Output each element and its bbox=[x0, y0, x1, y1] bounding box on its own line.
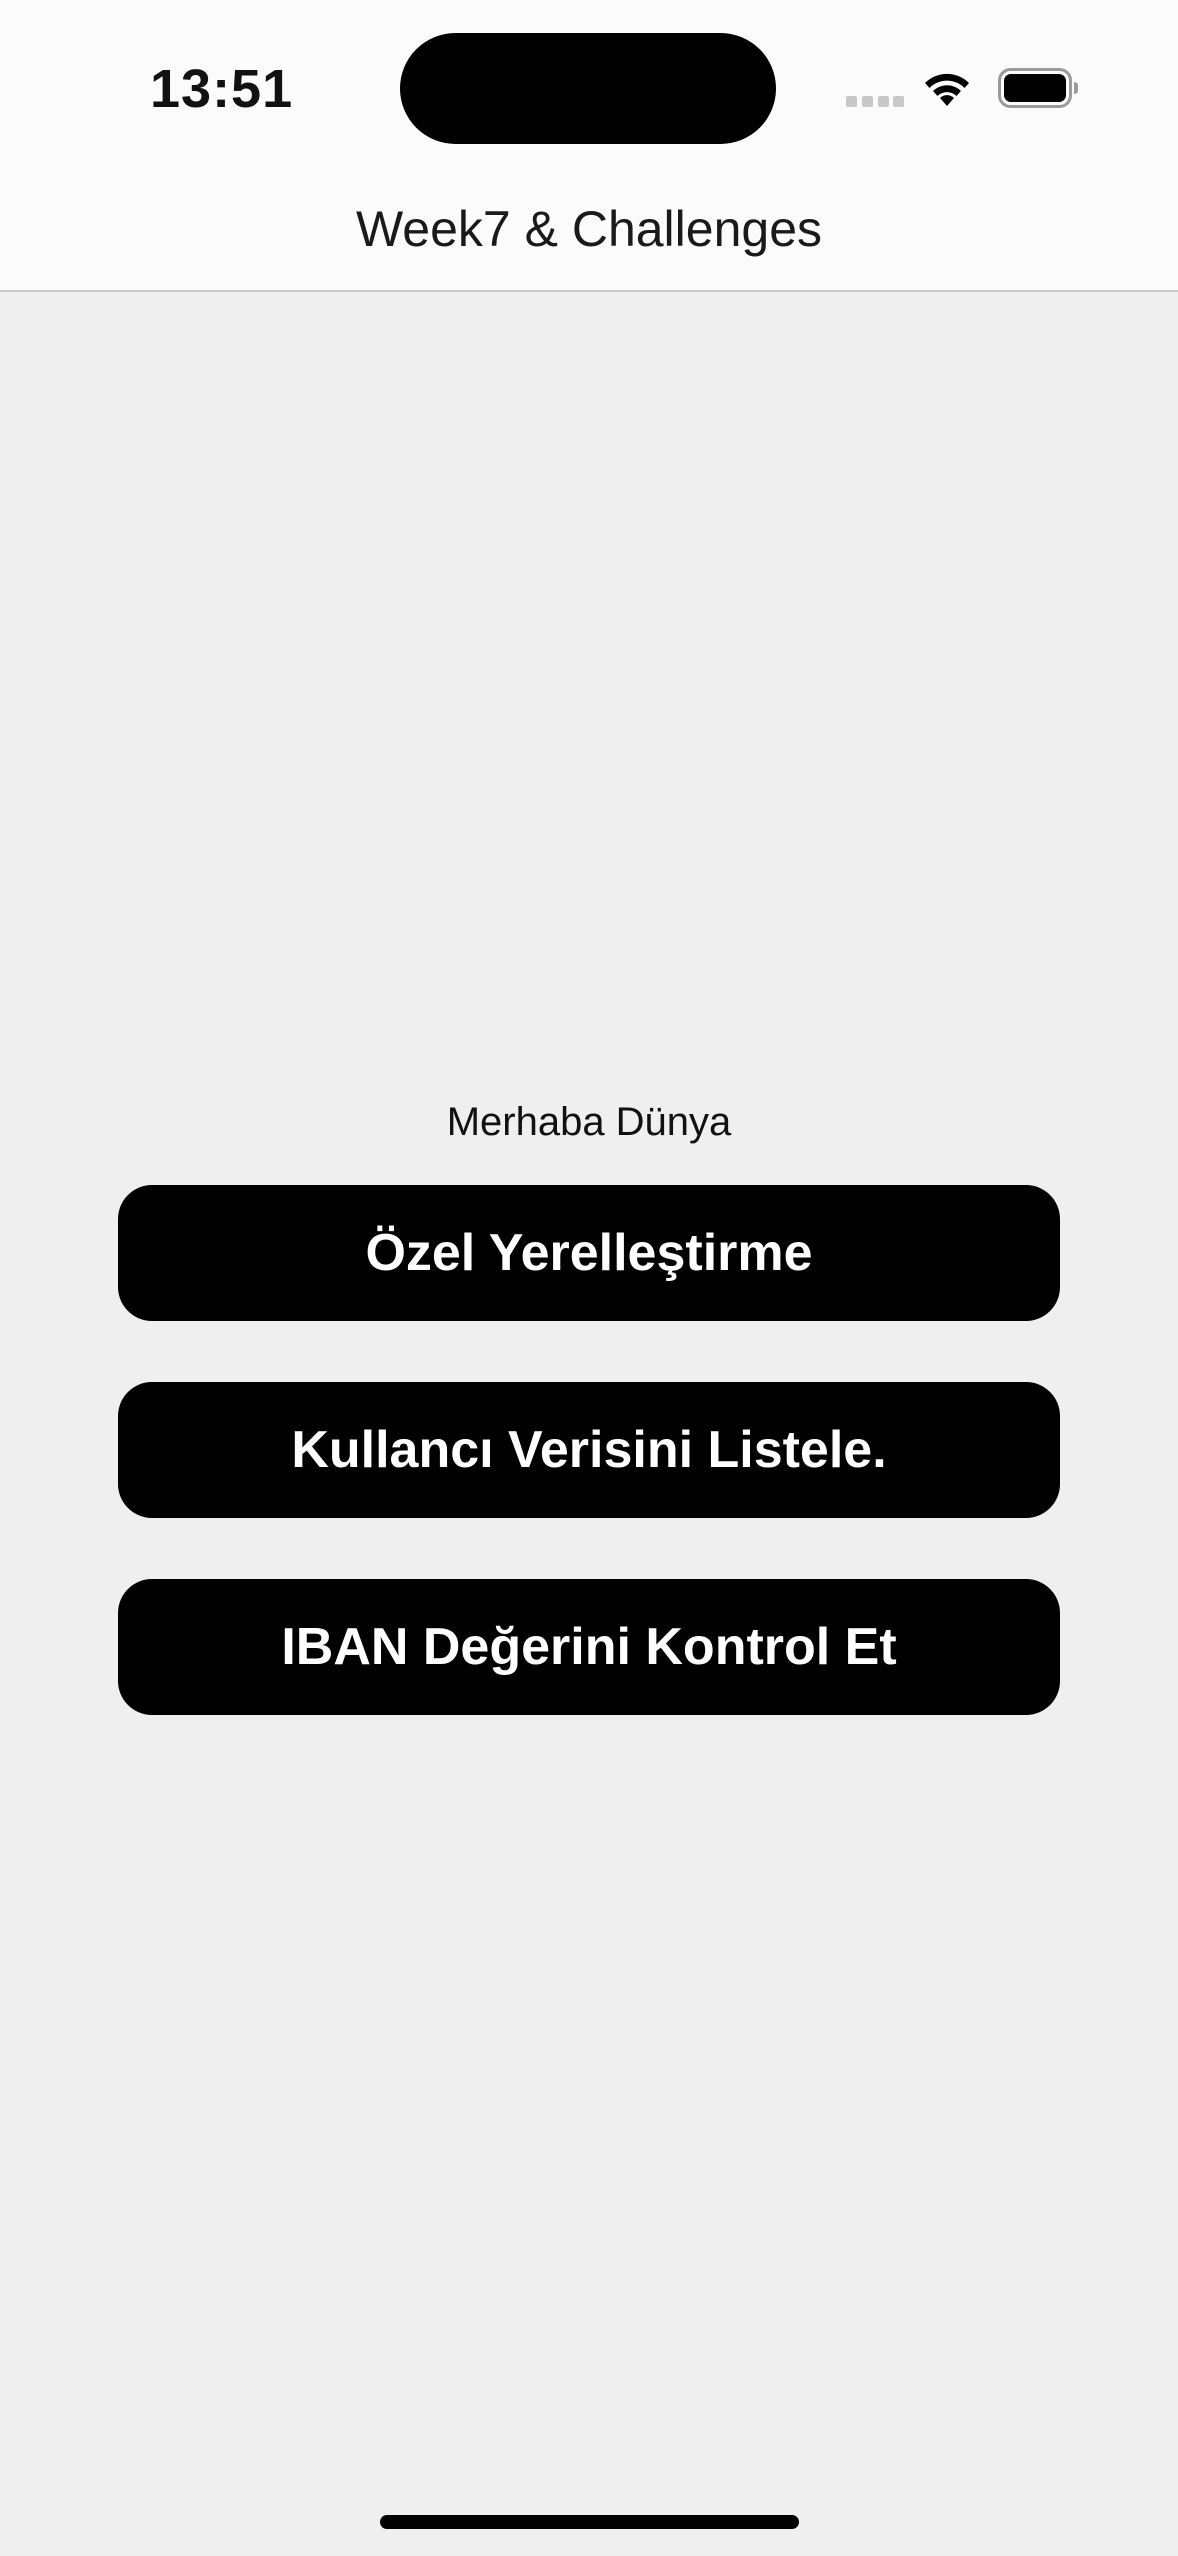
page-title: Week7 & Challenges bbox=[355, 201, 822, 257]
greeting-label: Merhaba Dünya bbox=[446, 1100, 732, 1144]
battery-icon bbox=[998, 68, 1078, 108]
check-iban-button[interactable]: IBAN Değerini Kontrol Et bbox=[118, 1579, 1060, 1715]
signal-icon bbox=[846, 96, 904, 108]
navigation-bar: Week7 & Challenges bbox=[0, 180, 1178, 292]
status-time: 13:51 bbox=[150, 59, 294, 119]
custom-localization-button[interactable]: Özel Yerelleştirme bbox=[118, 1185, 1060, 1321]
wifi-icon bbox=[925, 73, 969, 106]
dynamic-island bbox=[400, 33, 776, 144]
home-indicator[interactable] bbox=[380, 2515, 799, 2529]
list-user-data-button[interactable]: Kullancı Verisini Listele. bbox=[118, 1382, 1060, 1518]
status-bar: 13:51 bbox=[0, 0, 1178, 180]
